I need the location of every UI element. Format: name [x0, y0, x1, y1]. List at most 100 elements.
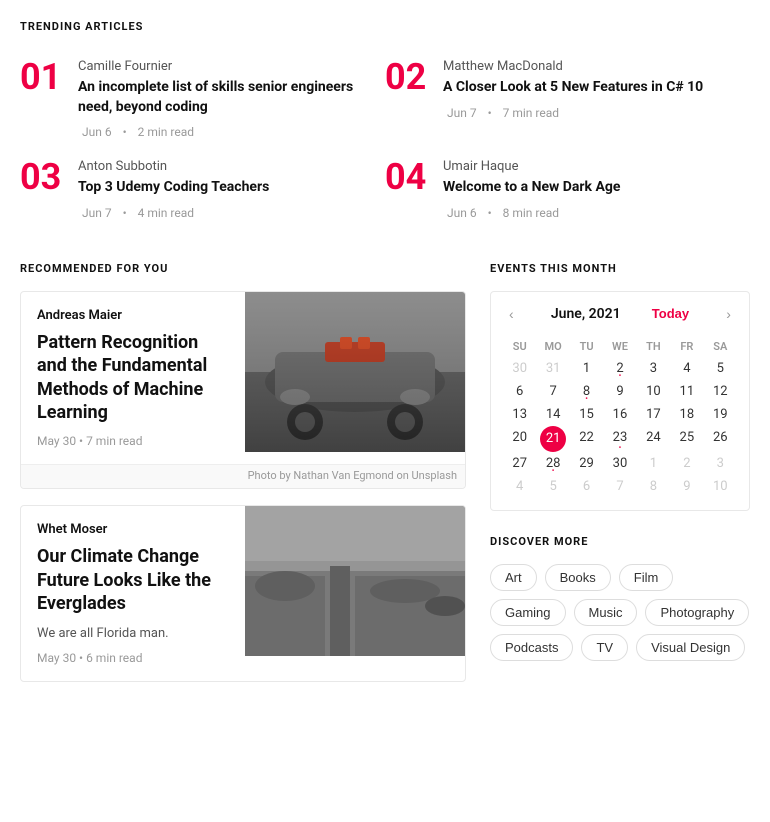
discover-tag-books[interactable]: Books [545, 564, 611, 591]
cal-day[interactable]: 1 [570, 357, 603, 380]
photo-credit-1: Photo by Nathan Van Egmond on Unsplash [21, 464, 465, 488]
cal-day[interactable]: 3 [704, 452, 737, 475]
day-header-fr: FR [670, 336, 703, 357]
cal-day[interactable]: 13 [503, 403, 536, 426]
trending-content-2: Matthew MacDonald A Closer Look at 5 New… [443, 59, 703, 139]
cal-day[interactable]: 9 [670, 475, 703, 498]
trending-author-1: Camille Fournier [78, 59, 385, 74]
cal-day[interactable]: 15 [570, 403, 603, 426]
cal-day[interactable]: 1 [637, 452, 670, 475]
calendar-week-6: 4 5 6 7 8 9 10 [503, 475, 737, 498]
discover-tag-podcasts[interactable]: Podcasts [490, 634, 573, 661]
cal-day[interactable]: 27 [503, 452, 536, 475]
cal-day[interactable]: 20 [503, 426, 536, 452]
cal-day[interactable]: 9 [603, 380, 636, 403]
cal-day[interactable]: 10 [637, 380, 670, 403]
discover-tag-photography[interactable]: Photography [645, 599, 749, 626]
discover-tag-visual-design[interactable]: Visual Design [636, 634, 745, 661]
calendar: ‹ June, 2021 Today › SU MO TU WE TH FR S… [490, 291, 750, 511]
discover-tag-film[interactable]: Film [619, 564, 674, 591]
trending-author-3: Anton Subbotin [78, 159, 269, 174]
cal-day[interactable]: 26 [704, 426, 737, 452]
cal-day[interactable]: 16 [603, 403, 636, 426]
cal-day[interactable]: 19 [704, 403, 737, 426]
article-meta-2: May 30 • 6 min read [37, 651, 229, 665]
trending-section-title: TRENDING ARTICLES [20, 20, 750, 33]
cal-day[interactable]: 7 [603, 475, 636, 498]
trending-meta-3: Jun 7 • 4 min read [78, 206, 269, 220]
cal-day[interactable]: 4 [503, 475, 536, 498]
article-author-1: Andreas Maier [37, 308, 229, 323]
cal-day[interactable]: 8 [570, 380, 603, 403]
cal-day[interactable]: 8 [637, 475, 670, 498]
day-header-su: SU [503, 336, 536, 357]
cal-day[interactable]: 31 [536, 357, 569, 380]
cal-day[interactable]: 7 [536, 380, 569, 403]
cal-day-today[interactable]: 21 [540, 426, 566, 452]
day-header-mo: MO [536, 336, 569, 357]
article-title-1: Pattern Recognition and the Fundamental … [37, 331, 229, 425]
cal-day[interactable]: 3 [637, 357, 670, 380]
article-card-inner-2: Whet Moser Our Climate Change Future Loo… [21, 506, 465, 680]
cal-day[interactable]: 29 [570, 452, 603, 475]
cal-day[interactable]: 5 [704, 357, 737, 380]
trending-content-3: Anton Subbotin Top 3 Udemy Coding Teache… [78, 159, 269, 220]
main-layout: RECOMMENDED FOR YOU Andreas Maier Patter… [20, 262, 750, 698]
cal-day[interactable]: 4 [670, 357, 703, 380]
trending-num-3: 03 [20, 159, 64, 220]
calendar-month-year: June, 2021 [551, 306, 621, 322]
cal-day[interactable]: 17 [637, 403, 670, 426]
trending-item-1[interactable]: 01 Camille Fournier An incomplete list o… [20, 49, 385, 149]
discover-tag-tv[interactable]: TV [581, 634, 628, 661]
day-header-we: WE [603, 336, 636, 357]
cal-day[interactable]: 30 [503, 357, 536, 380]
discover-tag-art[interactable]: Art [490, 564, 537, 591]
cal-day[interactable]: 22 [570, 426, 603, 452]
cal-day[interactable]: 6 [570, 475, 603, 498]
discover-section: DISCOVER MORE ArtBooksFilmGamingMusicPho… [490, 535, 750, 661]
trending-title-3: Top 3 Udemy Coding Teachers [78, 178, 269, 198]
article-img-2 [245, 506, 465, 680]
trending-grid: 01 Camille Fournier An incomplete list o… [20, 49, 750, 230]
calendar-prev-button[interactable]: ‹ [503, 304, 520, 324]
cal-day[interactable]: 2 [670, 452, 703, 475]
cal-day[interactable]: 10 [704, 475, 737, 498]
cal-day[interactable]: 5 [536, 475, 569, 498]
article-card-2[interactable]: Whet Moser Our Climate Change Future Loo… [20, 505, 466, 681]
cal-day[interactable]: 25 [670, 426, 703, 452]
calendar-week-2: 6 7 8 9 10 11 12 [503, 380, 737, 403]
cal-day[interactable]: 14 [536, 403, 569, 426]
cal-day[interactable]: 6 [503, 380, 536, 403]
trending-title-2: A Closer Look at 5 New Features in C# 10 [443, 78, 703, 98]
day-header-th: TH [637, 336, 670, 357]
trending-item-3[interactable]: 03 Anton Subbotin Top 3 Udemy Coding Tea… [20, 149, 385, 230]
trending-meta-2: Jun 7 • 7 min read [443, 106, 703, 120]
calendar-week-4: 20 21 22 23 24 25 26 [503, 426, 737, 452]
discover-tags: Art Books Film Gaming Music Photography Podcas… [490, 564, 750, 661]
trending-title-1: An incomplete list of skills senior engi… [78, 78, 385, 117]
cal-day[interactable]: 30 [603, 452, 636, 475]
cal-day[interactable]: 23 [603, 426, 636, 452]
article-author-2: Whet Moser [37, 522, 229, 537]
article-card-1[interactable]: Andreas Maier Pattern Recognition and th… [20, 291, 466, 490]
trending-num-1: 01 [20, 59, 64, 139]
calendar-next-button[interactable]: › [720, 304, 737, 324]
cal-day[interactable]: 28 [536, 452, 569, 475]
calendar-day-headers: SU MO TU WE TH FR SA [503, 336, 737, 357]
cal-day[interactable]: 11 [670, 380, 703, 403]
cal-day[interactable]: 18 [670, 403, 703, 426]
cal-day[interactable]: 2 [603, 357, 636, 380]
calendar-week-3: 13 14 15 16 17 18 19 [503, 403, 737, 426]
trending-author-2: Matthew MacDonald [443, 59, 703, 74]
trending-item-2[interactable]: 02 Matthew MacDonald A Closer Look at 5 … [385, 49, 750, 149]
cal-day[interactable]: 24 [637, 426, 670, 452]
calendar-today-button[interactable]: Today [652, 306, 689, 321]
day-header-tu: TU [570, 336, 603, 357]
events-section: EVENTS THIS MONTH ‹ June, 2021 Today › S… [490, 262, 750, 511]
discover-tag-music[interactable]: Music [574, 599, 638, 626]
recommended-section: RECOMMENDED FOR YOU Andreas Maier Patter… [20, 262, 466, 698]
trending-item-4[interactable]: 04 Umair Haque Welcome to a New Dark Age… [385, 149, 750, 230]
cal-day[interactable]: 12 [704, 380, 737, 403]
events-section-title: EVENTS THIS MONTH [490, 262, 750, 275]
discover-tag-gaming[interactable]: Gaming [490, 599, 566, 626]
